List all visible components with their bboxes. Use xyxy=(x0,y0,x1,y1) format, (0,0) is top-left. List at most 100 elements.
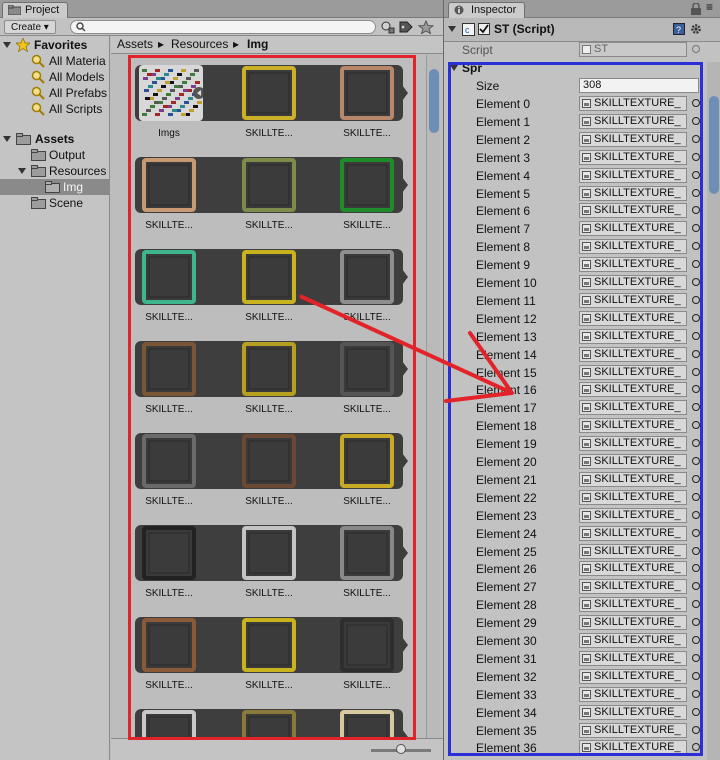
object-picker-icon[interactable] xyxy=(692,671,700,680)
element-object-field[interactable]: SKILLTEXTURE_ xyxy=(579,185,687,201)
element-object-field[interactable]: SKILLTEXTURE_ xyxy=(579,96,687,111)
element-object-field[interactable]: SKILLTEXTURE_ xyxy=(579,668,687,684)
folder-resources[interactable]: Resources xyxy=(0,163,110,179)
object-picker-icon[interactable] xyxy=(692,331,700,340)
element-object-field[interactable]: SKILLTEXTURE_ xyxy=(579,203,687,219)
skill-texture-thumbnail[interactable] xyxy=(339,65,395,121)
object-picker-icon[interactable] xyxy=(692,313,700,322)
object-picker-icon[interactable] xyxy=(692,474,700,483)
object-picker-icon[interactable] xyxy=(692,636,700,644)
skill-texture-thumbnail[interactable] xyxy=(141,617,197,673)
object-picker-icon[interactable] xyxy=(692,278,700,286)
element-object-field[interactable]: SKILLTEXTURE_ xyxy=(579,650,687,666)
lock-icon[interactable] xyxy=(690,3,702,15)
object-picker-icon[interactable] xyxy=(692,653,700,662)
object-picker-icon[interactable] xyxy=(692,618,700,627)
gear-icon[interactable] xyxy=(690,23,702,35)
skill-texture-thumbnail[interactable] xyxy=(339,341,395,397)
object-picker-icon[interactable] xyxy=(692,492,700,501)
skill-texture-thumbnail[interactable] xyxy=(241,525,297,581)
object-picker-icon[interactable] xyxy=(692,725,700,734)
row-expand-notch[interactable] xyxy=(402,453,408,469)
element-object-field[interactable]: SKILLTEXTURE_ xyxy=(579,615,687,631)
favorite-item-scripts[interactable]: All Scripts xyxy=(0,101,110,117)
object-picker-icon[interactable] xyxy=(692,170,700,179)
help-icon[interactable]: ? xyxy=(673,23,685,35)
object-picker-icon[interactable] xyxy=(692,349,700,358)
row-expand-notch[interactable] xyxy=(402,545,408,561)
skill-texture-thumbnail[interactable] xyxy=(339,709,395,738)
element-object-field[interactable]: SKILLTEXTURE_ xyxy=(579,328,687,344)
element-object-field[interactable]: SKILLTEXTURE_ xyxy=(579,113,687,129)
favorite-item-materials[interactable]: All Materia xyxy=(0,53,110,69)
menu-icon[interactable]: ≡ xyxy=(706,0,713,14)
object-picker-icon[interactable] xyxy=(692,439,700,448)
skill-texture-thumbnail[interactable] xyxy=(241,341,297,397)
breadcrumb-img[interactable]: Img xyxy=(247,36,268,53)
skill-texture-thumbnail[interactable] xyxy=(339,525,395,581)
object-picker-icon[interactable] xyxy=(692,546,700,555)
favorite-item-models[interactable]: All Models xyxy=(0,69,110,85)
folder-output[interactable]: Output xyxy=(0,147,110,163)
label-tag-icon[interactable] xyxy=(398,20,414,34)
element-object-field[interactable]: SKILLTEXTURE_ xyxy=(579,221,687,237)
element-object-field[interactable]: SKILLTEXTURE_ xyxy=(579,131,687,147)
element-object-field[interactable]: SKILLTEXTURE_ xyxy=(579,633,687,648)
object-picker-icon[interactable] xyxy=(692,116,700,125)
size-input[interactable]: 308 xyxy=(579,78,699,93)
search-box[interactable] xyxy=(70,20,376,34)
object-picker-icon[interactable] xyxy=(692,564,700,573)
object-picker-icon[interactable] xyxy=(692,206,700,215)
assets-header[interactable]: Assets xyxy=(0,131,110,147)
row-expand-notch[interactable] xyxy=(402,729,408,738)
object-picker-icon[interactable] xyxy=(692,188,700,197)
skill-texture-thumbnail[interactable] xyxy=(241,157,297,213)
asset-grid-scrollbar[interactable] xyxy=(426,55,440,738)
object-picker-icon[interactable] xyxy=(692,582,700,591)
element-object-field[interactable]: SKILLTEXTURE_ xyxy=(579,722,687,738)
chevron-down-icon[interactable] xyxy=(448,25,457,34)
row-expand-notch[interactable] xyxy=(402,177,408,193)
sprite-atlas-thumbnail[interactable] xyxy=(139,65,205,121)
object-picker-icon[interactable] xyxy=(692,689,700,698)
skill-texture-thumbnail[interactable] xyxy=(241,617,297,673)
search-input[interactable] xyxy=(89,21,369,33)
breadcrumb-assets[interactable]: Assets xyxy=(117,36,153,53)
object-picker-icon[interactable] xyxy=(692,152,700,161)
tab-inspector[interactable]: Inspector xyxy=(448,2,526,18)
skill-texture-thumbnail[interactable] xyxy=(241,249,297,305)
folder-scene[interactable]: Scene xyxy=(0,195,110,211)
folder-img[interactable]: Img xyxy=(0,179,110,195)
element-object-field[interactable]: SKILLTEXTURE_ xyxy=(579,167,687,183)
script-field[interactable]: ST xyxy=(579,42,687,57)
row-expand-notch[interactable] xyxy=(402,85,408,101)
element-object-field[interactable]: SKILLTEXTURE_ xyxy=(579,436,687,452)
skill-texture-thumbnail[interactable] xyxy=(141,709,197,738)
object-picker-icon[interactable] xyxy=(692,510,700,519)
skill-texture-thumbnail[interactable] xyxy=(241,433,297,489)
scrollbar-thumb[interactable] xyxy=(429,69,439,133)
element-object-field[interactable]: SKILLTEXTURE_ xyxy=(579,579,687,595)
element-object-field[interactable]: SKILLTEXTURE_ xyxy=(579,489,687,505)
element-object-field[interactable]: SKILLTEXTURE_ xyxy=(579,310,687,326)
breadcrumb-resources[interactable]: Resources xyxy=(171,36,228,53)
favorite-star-icon[interactable] xyxy=(418,20,434,34)
zoom-slider-knob[interactable] xyxy=(396,744,406,754)
tab-project[interactable]: Project xyxy=(2,2,69,18)
object-picker-icon[interactable] xyxy=(692,99,700,107)
inspector-scrollbar[interactable] xyxy=(707,62,720,760)
skill-texture-thumbnail[interactable] xyxy=(339,617,395,673)
skill-texture-thumbnail[interactable] xyxy=(339,433,395,489)
skill-texture-thumbnail[interactable] xyxy=(339,157,395,213)
element-object-field[interactable]: SKILLTEXTURE_ xyxy=(579,239,687,255)
object-picker-icon[interactable] xyxy=(692,743,700,752)
object-picker-icon[interactable] xyxy=(692,403,700,412)
element-object-field[interactable]: SKILLTEXTURE_ xyxy=(579,740,687,756)
object-picker-icon[interactable] xyxy=(692,295,700,304)
row-expand-notch[interactable] xyxy=(402,269,408,285)
object-picker-icon[interactable] xyxy=(692,224,700,233)
element-object-field[interactable]: SKILLTEXTURE_ xyxy=(579,704,687,720)
skill-texture-thumbnail[interactable] xyxy=(141,341,197,397)
element-object-field[interactable]: SKILLTEXTURE_ xyxy=(579,686,687,702)
object-picker-icon[interactable] xyxy=(692,600,700,609)
